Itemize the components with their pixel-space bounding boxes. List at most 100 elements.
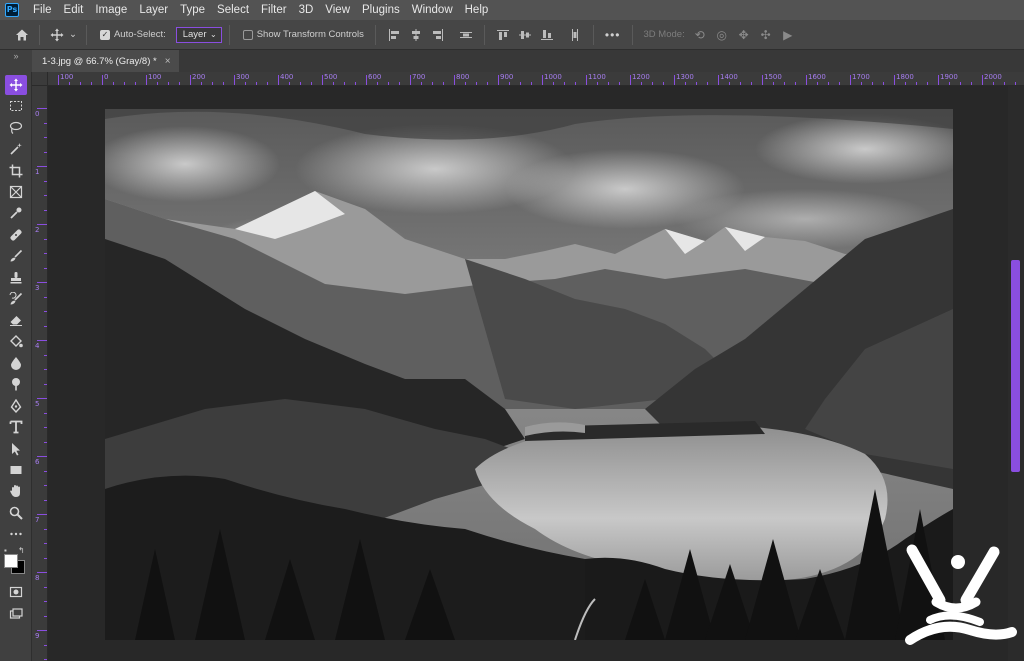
divider [85,24,87,45]
ruler-minor-tick [44,659,47,660]
healing-brush-tool[interactable] [5,225,27,245]
roll-3d-icon[interactable]: ◎ [713,26,731,44]
rectangle-tool[interactable] [5,460,27,480]
history-brush-tool[interactable] [5,289,27,309]
show-transform-checkbox[interactable] [242,29,253,40]
ruler-minor-tick [44,601,47,602]
foreground-color-swatch[interactable] [4,554,18,569]
align-bottom-icon[interactable] [538,26,556,44]
ruler-minor-tick [685,82,686,85]
ruler-minor-tick [44,369,47,370]
zoom-tool[interactable] [5,503,27,523]
align-vertical-center-icon[interactable] [516,26,534,44]
chevron-down-icon[interactable]: ⌄ [69,29,77,40]
menu-layer[interactable]: Layer [133,0,174,20]
clone-stamp-tool[interactable] [5,268,27,288]
menu-file[interactable]: File [27,0,58,20]
menu-bar: Ps File Edit Image Layer Type Select Fil… [0,0,1024,20]
photoshop-logo-icon: Ps [5,3,19,17]
ruler-minor-tick [44,151,47,153]
hand-tool[interactable] [5,481,27,501]
ruler-tick [37,224,47,225]
document-tab[interactable]: 1-3.jpg @ 66.7% (Gray/8) * × [32,50,179,72]
scrollbar-thumb[interactable] [1011,260,1020,472]
menu-edit[interactable]: Edit [58,0,90,20]
vertical-ruler[interactable]: 0 1 2 3 4 5 6 7 8 9 [32,86,48,661]
ruler-tick [806,75,807,85]
menu-filter[interactable]: Filter [255,0,293,20]
ruler-tick [58,75,59,85]
slide-3d-icon[interactable]: ✣ [757,26,775,44]
scale-3d-icon[interactable]: ▶ [779,26,797,44]
ruler-minor-tick [971,82,972,85]
menu-help[interactable]: Help [459,0,495,20]
ruler-minor-tick [44,238,47,240]
menu-window[interactable]: Window [406,0,459,20]
magic-wand-tool[interactable] [5,139,27,159]
ruler-minor-tick [245,82,246,85]
quick-mask-icon[interactable] [5,582,27,602]
move-tool-preset-icon[interactable] [47,25,67,45]
eyedropper-tool[interactable] [5,203,27,223]
menu-view[interactable]: View [319,0,356,20]
more-options-button[interactable]: ••• [605,28,621,42]
type-tool[interactable] [5,417,27,437]
ruler-minor-tick [905,82,906,85]
move-tool[interactable] [5,75,27,95]
ruler-label: 1300 [676,73,694,81]
auto-select-checkbox[interactable]: ✓ [99,29,110,40]
auto-select-target-dropdown[interactable]: Layer ⌄ [175,26,222,43]
ruler-minor-tick [311,82,312,85]
marquee-tool[interactable] [5,96,27,116]
pen-tool[interactable] [5,396,27,416]
eraser-tool[interactable] [5,310,27,330]
ruler-tick [894,75,895,85]
menu-type[interactable]: Type [174,0,211,20]
path-selection-tool[interactable] [5,439,27,459]
canvas-area[interactable] [48,86,1008,661]
ruler-tick [454,75,455,85]
ruler-label: 600 [368,73,382,81]
lasso-tool[interactable] [5,118,27,138]
ruler-tick [410,75,411,85]
frame-tool[interactable] [5,182,27,202]
menu-3d[interactable]: 3D [293,0,320,20]
blur-tool[interactable] [5,353,27,373]
ruler-tick [146,75,147,85]
document-image[interactable] [105,109,953,640]
ruler-minor-tick [817,82,818,85]
align-horizontal-center-icon[interactable] [407,26,425,44]
ruler-minor-tick [44,427,47,428]
ruler-minor-tick [44,354,47,356]
menu-plugins[interactable]: Plugins [356,0,406,20]
screen-mode-icon[interactable] [5,604,27,624]
align-right-icon[interactable] [429,26,447,44]
ruler-tick [498,75,499,85]
home-icon[interactable] [12,25,32,45]
ruler-minor-tick [91,82,92,85]
ruler-origin[interactable] [32,72,48,86]
swap-colors-icon[interactable]: ↰ [18,546,25,555]
close-icon[interactable]: × [165,56,171,67]
align-top-icon[interactable] [494,26,512,44]
edit-toolbar-button[interactable] [5,524,27,544]
horizontal-ruler[interactable]: 100 0 100 200 300 400 500 600 700 800 900 1000 1100 1… [48,72,1024,86]
brush-tool[interactable] [5,246,27,266]
paint-bucket-tool[interactable] [5,332,27,352]
menu-image[interactable]: Image [89,0,133,20]
menu-select[interactable]: Select [211,0,255,20]
distribute-vertical-icon[interactable] [566,26,584,44]
distribute-icon[interactable] [457,26,475,44]
ruler-minor-tick [729,82,730,85]
color-swatches: ▪ ↰ [0,546,31,575]
panel-collapse-button[interactable]: » [0,50,32,72]
ruler-minor-tick [44,180,47,182]
ruler-label: 1500 [764,73,782,81]
align-left-icon[interactable] [385,26,403,44]
ruler-minor-tick [44,253,47,254]
dodge-tool[interactable] [5,374,27,394]
crop-tool[interactable] [5,161,27,181]
drag-3d-icon[interactable]: ✥ [735,26,753,44]
orbit-3d-icon[interactable]: ⟲ [691,26,709,44]
ruler-label: 700 [412,73,426,81]
